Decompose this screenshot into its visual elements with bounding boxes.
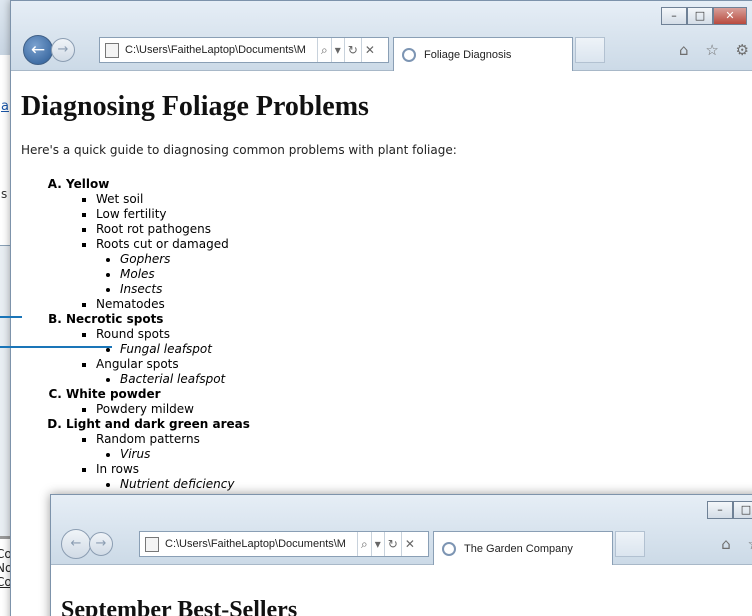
detail-list: Virus [120, 447, 752, 462]
home-favorites-tools-icons[interactable]: ⌂ ☆ ⚙ [679, 41, 752, 59]
maximize-button[interactable]: □ [687, 7, 713, 25]
cause-label: Angular spots [96, 357, 179, 371]
back-button[interactable]: ← [61, 529, 91, 559]
page-title: Diagnosing Foliage Problems [21, 91, 369, 122]
caption-buttons: – □ [707, 501, 752, 519]
new-tab-button[interactable] [575, 37, 605, 63]
address-url[interactable]: C:\Users\FaitheLaptop\Documents\M [165, 538, 357, 550]
problem-item: YellowWet soilLow fertilityRoot rot path… [66, 177, 752, 312]
cause-item: Nematodes [96, 297, 752, 312]
search-icon[interactable]: ⌕ [357, 532, 371, 556]
cause-item: Low fertility [96, 207, 752, 222]
home-favorites-icons[interactable]: ⌂ ☆ [721, 535, 752, 553]
page-content: Diagnosing Foliage Problems Here's a qui… [11, 71, 752, 492]
address-bar[interactable]: C:\Users\FaitheLaptop\Documents\M ⌕ ▾ ↻ … [139, 531, 429, 557]
stop-icon[interactable]: ✕ [400, 532, 418, 556]
page-icon [105, 42, 119, 58]
nav-buttons: ← → [61, 529, 113, 559]
detail-list: Nutrient deficiency [120, 477, 752, 492]
maximize-button[interactable]: □ [733, 501, 752, 519]
background-link-snippet[interactable]: a [1, 99, 9, 114]
address-bar[interactable]: C:\Users\FaitheLaptop\Documents\M ⌕ ▾ ↻ … [99, 37, 389, 63]
cause-label: Low fertility [96, 207, 167, 221]
problem-label: White powder [66, 387, 161, 401]
minimize-button[interactable]: – [661, 7, 687, 25]
problem-label: Necrotic spots [66, 312, 164, 326]
detail-item: Fungal leafspot [120, 342, 752, 357]
detail-item: Gophers [120, 252, 752, 267]
background-text-snippet: s [1, 187, 8, 201]
page-icon [145, 536, 159, 552]
detail-item: Nutrient deficiency [120, 477, 752, 492]
cause-item: Round spotsFungal leafspot [96, 327, 752, 357]
detail-list: Fungal leafspot [120, 342, 752, 357]
detail-list: GophersMolesInsects [120, 252, 752, 297]
callout-line [20, 346, 112, 348]
ie-icon [442, 541, 456, 556]
cause-list: Wet soilLow fertilityRoot rot pathogensR… [96, 192, 752, 312]
cause-label: Nematodes [96, 297, 165, 311]
detail-item: Virus [120, 447, 752, 462]
back-button[interactable]: ← [23, 35, 53, 65]
detail-list: Bacterial leafspot [120, 372, 752, 387]
problem-item: White powderPowdery mildew [66, 387, 752, 417]
cause-item: Roots cut or damagedGophersMolesInsects [96, 237, 752, 297]
intro-paragraph: Here's a quick guide to diagnosing commo… [21, 143, 457, 157]
ie-icon [402, 47, 416, 62]
detail-item: Moles [120, 267, 752, 282]
cause-label: Powdery mildew [96, 402, 194, 416]
stop-icon[interactable]: ✕ [360, 38, 378, 62]
dropdown-icon[interactable]: ▾ [370, 532, 384, 556]
new-tab-button[interactable] [615, 531, 645, 557]
close-button[interactable]: ✕ [713, 7, 747, 25]
tab-garden-company[interactable]: The Garden Company [433, 531, 613, 565]
browser-window-garden: – □ ← → C:\Users\FaitheLaptop\Documents\… [50, 494, 752, 616]
cause-label: Root rot pathogens [96, 222, 212, 236]
browser-toolbar: – □ ✕ ← → C:\Users\FaitheLaptop\Document… [11, 1, 752, 71]
cause-label: Roots cut or damaged [96, 237, 229, 251]
detail-item: Bacterial leafspot [120, 372, 752, 387]
nav-buttons: ← → [23, 35, 75, 65]
problem-list: YellowWet soilLow fertilityRoot rot path… [66, 177, 752, 492]
problem-label: Light and dark green areas [66, 417, 250, 431]
cause-list: Powdery mildew [96, 402, 752, 417]
forward-button[interactable]: → [89, 532, 113, 556]
detail-item: Insects [120, 282, 752, 297]
problem-label: Yellow [66, 177, 110, 191]
cause-item: Wet soil [96, 192, 752, 207]
tab-title: The Garden Company [464, 542, 573, 555]
cause-list: Random patternsVirusIn rowsNutrient defi… [96, 432, 752, 492]
cause-label: In rows [96, 462, 140, 476]
page-content: September Best-Sellers [51, 565, 752, 616]
forward-button[interactable]: → [51, 38, 75, 62]
refresh-icon[interactable]: ↻ [383, 532, 401, 556]
cause-label: Round spots [96, 327, 170, 341]
refresh-icon[interactable]: ↻ [343, 38, 361, 62]
page-title: September Best-Sellers [61, 597, 298, 616]
tab-foliage-diagnosis[interactable]: Foliage Diagnosis [393, 37, 573, 71]
cause-list: Round spotsFungal leafspotAngular spotsB… [96, 327, 752, 387]
cause-item: Powdery mildew [96, 402, 752, 417]
callout-bracket [0, 316, 22, 348]
problem-item: Necrotic spotsRound spotsFungal leafspot… [66, 312, 752, 387]
dropdown-icon[interactable]: ▾ [330, 38, 344, 62]
cause-item: Root rot pathogens [96, 222, 752, 237]
tab-title: Foliage Diagnosis [424, 48, 512, 61]
minimize-button[interactable]: – [707, 501, 733, 519]
search-icon[interactable]: ⌕ [317, 38, 331, 62]
cause-item: Angular spotsBacterial leafspot [96, 357, 752, 387]
cause-label: Random patterns [96, 432, 200, 446]
cause-item: Random patternsVirus [96, 432, 752, 462]
browser-toolbar: – □ ← → C:\Users\FaitheLaptop\Documents\… [51, 495, 752, 565]
cause-label: Wet soil [96, 192, 144, 206]
caption-buttons: – □ ✕ [661, 7, 747, 25]
address-url[interactable]: C:\Users\FaitheLaptop\Documents\M [125, 44, 317, 56]
cause-item: In rowsNutrient deficiency [96, 462, 752, 492]
desktop: a s Cop No r Con – □ ✕ ← → C:\Users\Fait… [0, 0, 752, 616]
problem-item: Light and dark green areasRandom pattern… [66, 417, 752, 492]
